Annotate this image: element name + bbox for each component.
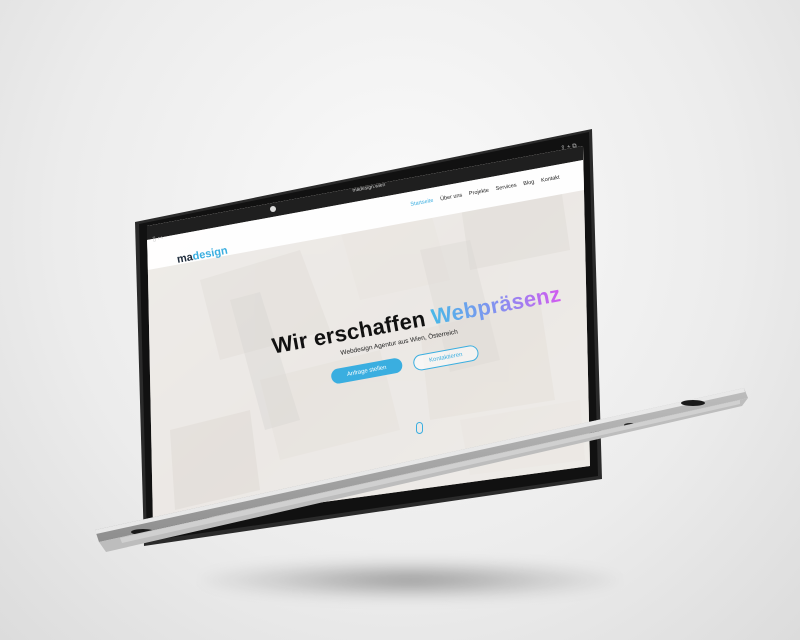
nav-item-ueber-uns[interactable]: Über uns	[440, 193, 463, 203]
logo-suffix: design	[191, 244, 229, 263]
nav-item-services[interactable]: Services	[495, 183, 517, 193]
contact-button[interactable]: Kontaktieren	[412, 344, 480, 372]
logo[interactable]: madesign	[176, 245, 229, 266]
share-icon[interactable]: ⇪ + ⧉	[560, 142, 577, 153]
main-nav: Startseite Über uns Projekte Services Bl…	[410, 175, 560, 208]
nav-item-kontakt[interactable]: Kontakt	[541, 175, 560, 184]
nav-item-startseite[interactable]: Startseite	[410, 198, 434, 208]
sidebar-toggle-icon[interactable]: ▯ ‹ ›	[152, 234, 164, 243]
scroll-indicator-icon[interactable]	[416, 422, 423, 434]
url-bar[interactable]: madesign.wien	[352, 182, 386, 194]
hero-title: Wir erschaffen Webpräsenz	[270, 281, 563, 359]
screen-layer: madesign.wien madesign Startseite Über u…	[0, 0, 800, 640]
shield-icon[interactable]	[270, 206, 276, 212]
nav-item-projekte[interactable]: Projekte	[469, 188, 490, 198]
hero-title-accent: Webpräsenz	[429, 281, 563, 330]
nav-item-blog[interactable]: Blog	[523, 179, 535, 187]
request-button[interactable]: Anfrage stellen	[330, 357, 404, 385]
